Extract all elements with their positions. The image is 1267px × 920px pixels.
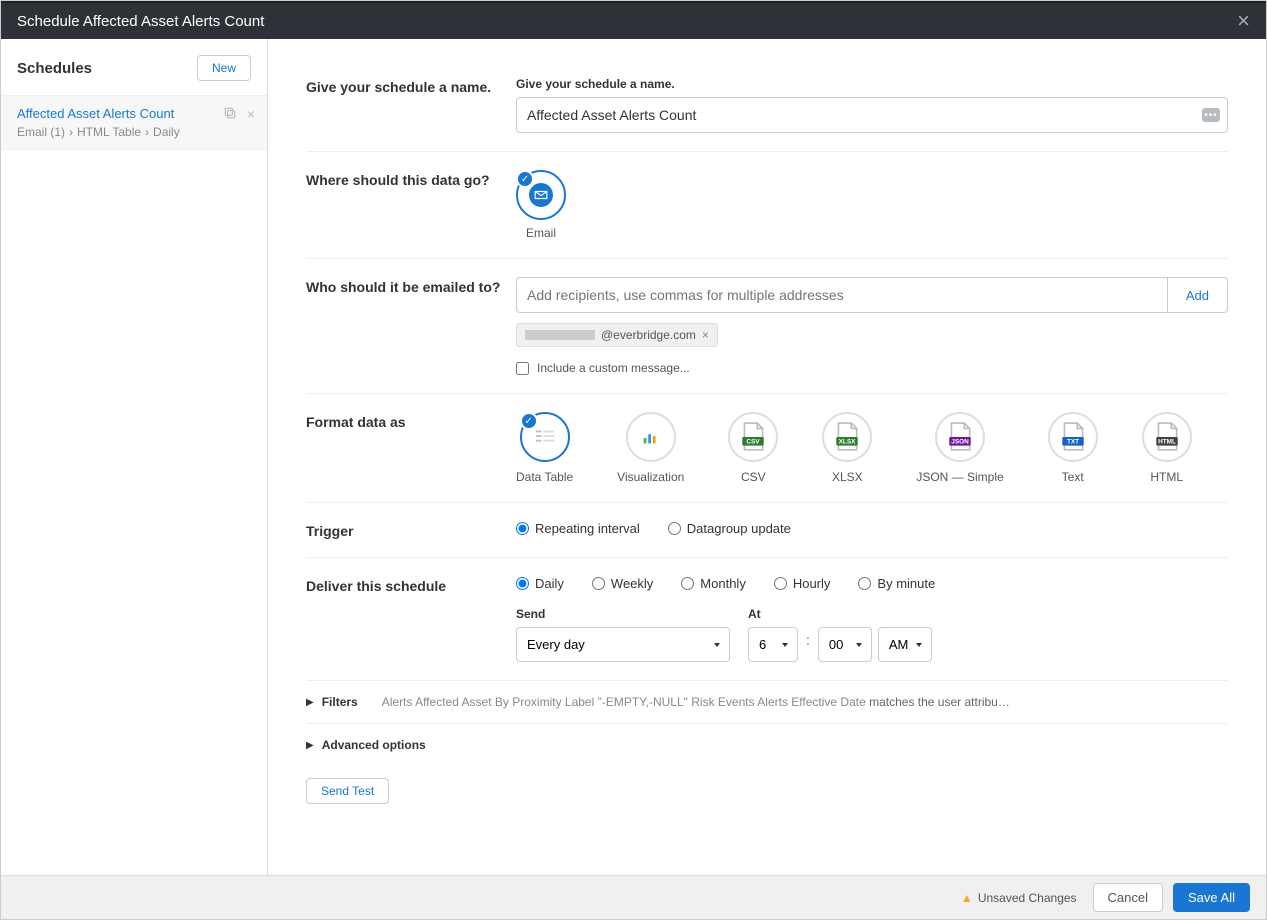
name-section-label: Give your schedule a name. [306, 77, 516, 133]
close-icon[interactable]: × [1237, 8, 1250, 34]
format-option-json-simple[interactable]: JSONJSON — Simple [916, 412, 1003, 484]
custom-message-checkbox[interactable] [516, 362, 529, 375]
schedule-item-title: Affected Asset Alerts Count [17, 106, 251, 121]
advanced-options-section[interactable]: ▶ Advanced options [306, 723, 1228, 766]
trigger-section-label: Trigger [306, 521, 516, 539]
schedule-item-breadcrumb: Email (1) › HTML Table › Daily [17, 125, 251, 139]
format-option-csv[interactable]: CSVCSV [728, 412, 778, 484]
format-section-label: Format data as [306, 412, 516, 484]
format-option-data-table[interactable]: ✓Data Table [516, 412, 573, 484]
unsaved-changes-indicator: ▲ Unsaved Changes [961, 891, 1077, 905]
destination-section-label: Where should this data go? [306, 170, 516, 240]
frequency-weekly[interactable]: Weekly [592, 576, 653, 591]
custom-message-label: Include a custom message... [537, 361, 690, 375]
filters-detail: Alerts Affected Asset By Proximity Label… [382, 695, 1010, 709]
redacted-text [525, 330, 595, 340]
minute-select[interactable]: 00 [818, 627, 872, 662]
send-test-button[interactable]: Send Test [306, 778, 389, 804]
name-field-label: Give your schedule a name. [516, 77, 1228, 91]
at-label: At [748, 607, 932, 621]
recipient-chip: @everbridge.com × [516, 323, 718, 347]
svg-text:XLSX: XLSX [839, 438, 856, 445]
svg-text:JSON: JSON [951, 438, 969, 445]
cancel-button[interactable]: Cancel [1093, 883, 1163, 912]
check-icon: ✓ [520, 412, 538, 430]
send-frequency-select[interactable]: Every day [516, 627, 730, 662]
frequency-hourly[interactable]: Hourly [774, 576, 831, 591]
footer-bar: ▲ Unsaved Changes Cancel Save All [1, 875, 1266, 919]
sidebar: Schedules New Affected Asset Alerts Coun… [1, 39, 268, 877]
recipients-input[interactable] [516, 277, 1167, 313]
caret-right-icon: ▶ [306, 697, 314, 708]
more-icon[interactable]: ••• [1202, 108, 1220, 122]
frequency-daily[interactable]: Daily [516, 576, 564, 591]
format-option-xlsx[interactable]: XLSXXLSX [822, 412, 872, 484]
email-icon [529, 183, 553, 207]
delete-icon[interactable]: × [247, 106, 255, 123]
ampm-select[interactable]: AM [878, 627, 932, 662]
format-option-html[interactable]: HTMLHTML [1142, 412, 1192, 484]
hour-select[interactable]: 6 [748, 627, 798, 662]
warning-icon: ▲ [961, 891, 973, 905]
svg-text:TXT: TXT [1067, 438, 1079, 445]
trigger-repeating-option[interactable]: Repeating interval [516, 521, 640, 536]
svg-text:HTML: HTML [1158, 438, 1176, 445]
schedule-list-item[interactable]: Affected Asset Alerts Count Email (1) › … [1, 95, 267, 150]
main-form: Give your schedule a name. Give your sch… [268, 39, 1266, 877]
filters-section[interactable]: ▶ Filters Alerts Affected Asset By Proxi… [306, 680, 1228, 723]
caret-right-icon: ▶ [306, 740, 314, 751]
remove-chip-icon[interactable]: × [702, 328, 709, 342]
frequency-monthly[interactable]: Monthly [681, 576, 746, 591]
recipients-section-label: Who should it be emailed to? [306, 277, 516, 375]
format-option-visualization[interactable]: Visualization [617, 412, 684, 484]
deliver-section-label: Deliver this schedule [306, 576, 516, 662]
svg-text:CSV: CSV [747, 438, 761, 445]
schedule-name-input[interactable] [516, 97, 1228, 133]
duplicate-icon[interactable] [223, 106, 237, 123]
modal-title: Schedule Affected Asset Alerts Count [17, 13, 264, 30]
modal-header: Schedule Affected Asset Alerts Count × [1, 1, 1266, 39]
destination-email-option[interactable]: ✓ Email [516, 170, 566, 240]
new-schedule-button[interactable]: New [197, 55, 251, 81]
add-recipient-button[interactable]: Add [1167, 277, 1228, 313]
check-icon: ✓ [516, 170, 534, 188]
format-option-text[interactable]: TXTText [1048, 412, 1098, 484]
schedules-heading: Schedules [17, 60, 92, 77]
send-label: Send [516, 607, 730, 621]
save-all-button[interactable]: Save All [1173, 883, 1250, 912]
frequency-by-minute[interactable]: By minute [858, 576, 935, 591]
trigger-datagroup-option[interactable]: Datagroup update [668, 521, 791, 536]
